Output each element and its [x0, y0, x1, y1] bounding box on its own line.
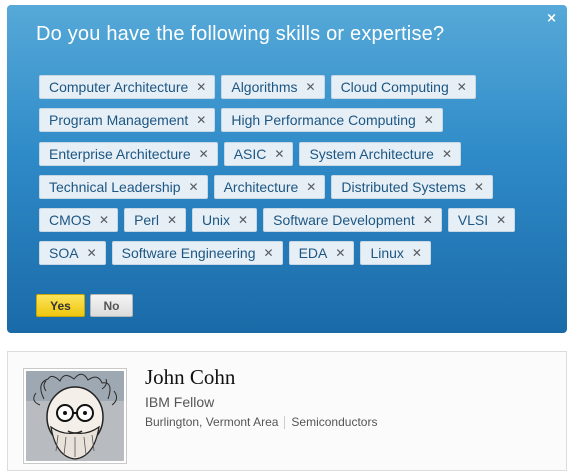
skill-tag-label: Distributed Systems	[341, 179, 466, 195]
skill-tag: Unix ✕	[192, 208, 258, 232]
skill-tag-label: VLSI	[457, 212, 489, 228]
skill-tag: EDA ✕	[288, 241, 355, 265]
no-button[interactable]: No	[90, 294, 133, 317]
skill-tag-row: CMOS ✕ Perl ✕ Unix ✕ Software Development ✕ VLSI…	[39, 208, 516, 232]
skill-tag-label: EDA	[298, 245, 328, 261]
skill-tag-label: ASIC	[233, 146, 267, 162]
remove-skill-icon[interactable]: ✕	[423, 213, 433, 227]
remove-skill-icon[interactable]: ✕	[99, 213, 109, 227]
remove-skill-icon[interactable]: ✕	[189, 180, 199, 194]
skill-tag: Cloud Computing ✕	[330, 75, 476, 99]
skills-prompt-panel: × Do you have the following skills or ex…	[7, 5, 567, 333]
skill-tag-label: Software Development	[273, 212, 415, 228]
remove-skill-icon[interactable]: ✕	[196, 113, 206, 127]
remove-skill-icon[interactable]: ✕	[474, 180, 484, 194]
skill-tag: System Architecture ✕	[299, 142, 461, 166]
skill-tag-label: Architecture	[223, 179, 299, 195]
skill-tag-row: Technical Leadership ✕ Architecture ✕ Distri…	[39, 175, 493, 199]
remove-skill-icon[interactable]: ✕	[274, 147, 284, 161]
remove-skill-icon[interactable]: ✕	[306, 180, 316, 194]
profile-industry: Semiconductors	[291, 415, 378, 429]
remove-skill-icon[interactable]: ✕	[238, 213, 248, 227]
skill-tag: Algorithms ✕	[221, 75, 325, 99]
skill-tag-label: Computer Architecture	[49, 79, 189, 95]
remove-skill-icon[interactable]: ✕	[412, 246, 422, 260]
caricature-image	[26, 371, 124, 461]
skill-tag-label: Cloud Computing	[340, 79, 449, 95]
skill-tag: Enterprise Architecture ✕	[39, 142, 218, 166]
remove-skill-icon[interactable]: ✕	[442, 147, 452, 161]
skill-tag-label: Program Management	[49, 112, 189, 128]
remove-skill-icon[interactable]: ✕	[264, 246, 274, 260]
skill-tag-label: Software Engineering	[121, 245, 256, 261]
skill-tag: Computer Architecture ✕	[39, 75, 216, 99]
skill-tag-label: High Performance Computing	[231, 112, 416, 128]
skill-tag: VLSI ✕	[447, 208, 516, 232]
skill-tag: CMOS ✕	[39, 208, 119, 232]
skill-tag: Software Development ✕	[263, 208, 442, 232]
skills-question: Do you have the following skills or expe…	[36, 23, 445, 45]
skill-tag: Perl ✕	[124, 208, 187, 232]
remove-skill-icon[interactable]: ✕	[424, 113, 434, 127]
skill-tag: Technical Leadership ✕	[39, 175, 208, 199]
skill-tag: Distributed Systems ✕	[331, 175, 493, 199]
skill-tag-label: Unix	[202, 212, 231, 228]
profile-card: John Cohn IBM Fellow Burlington, Vermont…	[7, 351, 567, 471]
skill-tag: Architecture ✕	[213, 175, 326, 199]
skill-tag: Program Management ✕	[39, 108, 216, 132]
skill-tag-row: Program Management ✕ High Performance Comp…	[39, 108, 443, 132]
remove-skill-icon[interactable]: ✕	[199, 147, 209, 161]
skill-tag-label: Algorithms	[231, 79, 298, 95]
skill-tag-label: SOA	[49, 245, 79, 261]
skill-tag: Linux ✕	[360, 241, 431, 265]
remove-skill-icon[interactable]: ✕	[457, 80, 467, 94]
skill-tag: ASIC ✕	[223, 142, 294, 166]
profile-location: Burlington, Vermont Area	[145, 415, 279, 429]
remove-skill-icon[interactable]: ✕	[496, 213, 506, 227]
skill-tag-label: System Architecture	[309, 146, 434, 162]
meta-divider	[284, 415, 286, 429]
profile-name[interactable]: John Cohn	[145, 365, 235, 390]
skill-tag-label: Enterprise Architecture	[49, 146, 191, 162]
skill-tag-label: Linux	[370, 245, 404, 261]
remove-skill-icon[interactable]: ✕	[306, 80, 316, 94]
remove-skill-icon[interactable]: ✕	[335, 246, 345, 260]
skill-tag-label: Technical Leadership	[49, 179, 181, 195]
skill-tag-row: Enterprise Architecture ✕ ASIC ✕ System Arch…	[39, 142, 461, 166]
skill-tag: SOA ✕	[39, 241, 106, 265]
skill-tag-label: Perl	[134, 212, 159, 228]
remove-skill-icon[interactable]: ✕	[196, 80, 206, 94]
close-icon[interactable]: ×	[546, 11, 557, 26]
profile-photo[interactable]	[23, 368, 127, 464]
remove-skill-icon[interactable]: ✕	[167, 213, 177, 227]
profile-meta: Burlington, Vermont Area Semiconductors	[145, 415, 377, 429]
skill-tag: High Performance Computing ✕	[221, 108, 443, 132]
skill-tag-label: CMOS	[49, 212, 91, 228]
skill-tag: Software Engineering ✕	[111, 241, 283, 265]
yes-button[interactable]: Yes	[36, 294, 85, 317]
skill-tag-row: Computer Architecture ✕ Algorithms ✕ Cloud C…	[39, 75, 476, 99]
skill-tag-row: SOA ✕ Software Engineering ✕ EDA ✕ Linux ✕	[39, 241, 431, 265]
remove-skill-icon[interactable]: ✕	[87, 246, 97, 260]
profile-headline: IBM Fellow	[145, 394, 215, 410]
